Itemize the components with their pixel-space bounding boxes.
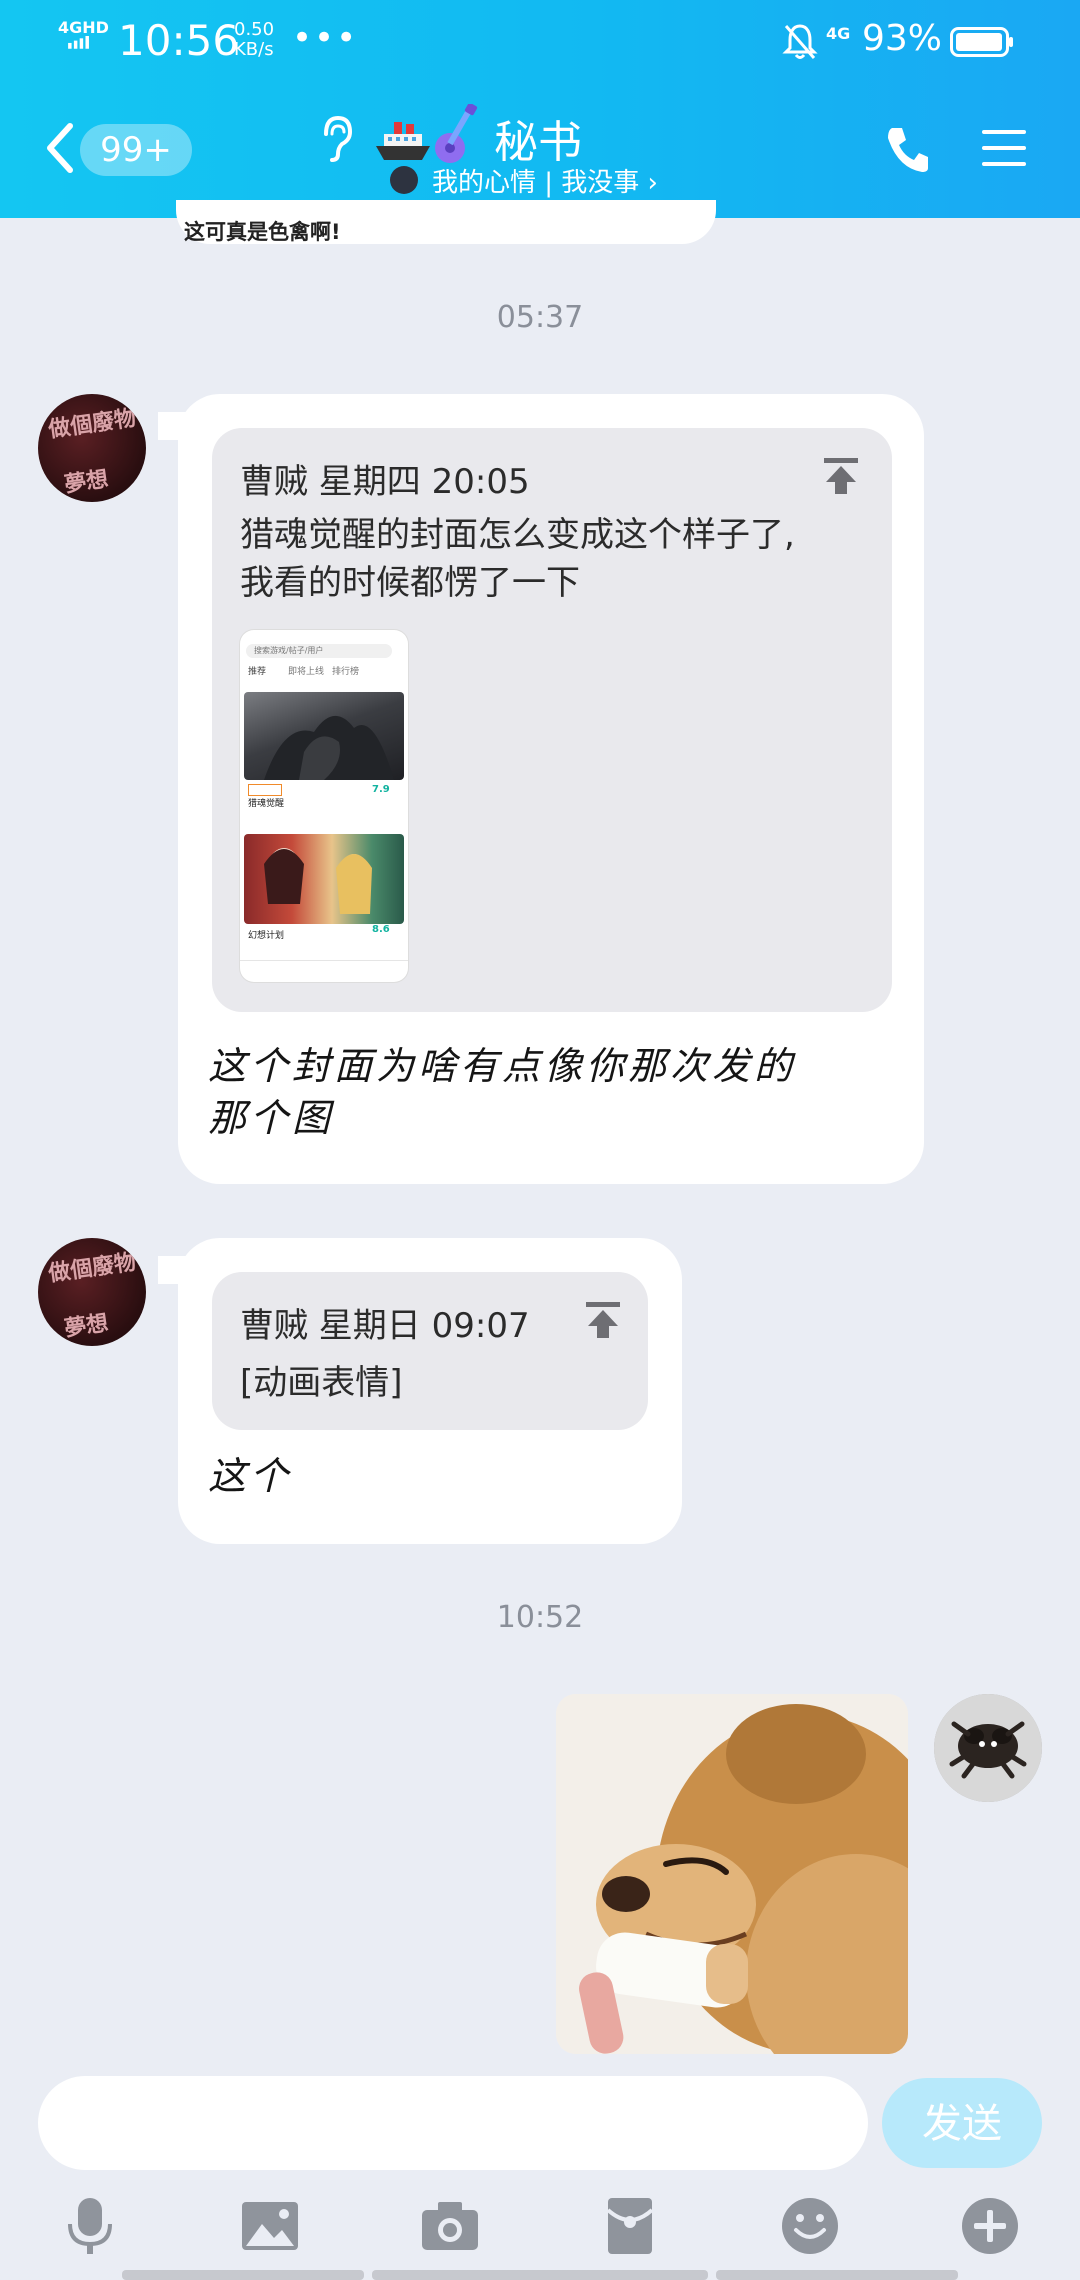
gesture-bar: [372, 2270, 708, 2280]
thumb-cover-1: [244, 692, 404, 780]
message-bubble[interactable]: 曹贼 星期日 09:07 [动画表情] 这个: [178, 1238, 682, 1544]
status-time: 10:56: [118, 16, 240, 65]
thumb-tab: 排行榜: [332, 667, 360, 677]
signal-label: 4GHD: [58, 18, 109, 37]
mood-status-text[interactable]: 我的心情 | 我没事 ›: [432, 162, 658, 199]
quote-text: [动画表情]: [240, 1363, 403, 1403]
doge-sticker-image: [556, 1694, 908, 2054]
chat-title[interactable]: 秘书: [494, 106, 582, 170]
back-icon[interactable]: [40, 120, 80, 176]
emoji-icon[interactable]: [780, 2196, 840, 2256]
gesture-bar: [122, 2270, 364, 2280]
thumb-search: 搜索游戏/帖子/用户: [246, 644, 392, 658]
contact-avatar[interactable]: 做個廢物 夢想: [38, 394, 146, 502]
thumb-score: 8.6: [372, 924, 390, 935]
battery-icon: [950, 27, 1013, 57]
thumb-tab: 即将上线: [288, 667, 325, 677]
image-icon[interactable]: [240, 2196, 300, 2256]
reply-text-line-1: 这个封面为啥有点像你那次发的: [208, 1044, 797, 1088]
quote-meta: 曹贼 星期日 09:07: [240, 1306, 530, 1346]
quote-meta: 曹贼 星期四 20:05: [240, 462, 530, 502]
red-packet-icon[interactable]: [600, 2196, 660, 2256]
game-screenshot-thumbnail[interactable]: 搜索游戏/帖子/用户 推荐 即将上线 排行榜 猎魂觉醒 7.9 幻想计划 8.6: [240, 630, 408, 982]
menu-icon[interactable]: [980, 126, 1028, 170]
more-status-icon: •••: [292, 18, 359, 58]
avatar-text: 做個廢物: [47, 405, 138, 443]
jump-to-top-icon[interactable]: [822, 456, 860, 496]
net-speed-value: 0.50: [234, 19, 275, 40]
net-speed-unit: KB/s: [234, 39, 274, 60]
plus-icon[interactable]: [960, 2196, 1020, 2256]
thumb-cover-2-art: [264, 848, 372, 914]
timestamp-separator: 10:52: [496, 1600, 584, 1635]
avatar-text: 夢想: [62, 467, 110, 498]
unread-count-badge[interactable]: 99+: [80, 124, 192, 176]
camera-icon[interactable]: [420, 2196, 480, 2256]
thumb-bottom-nav: [240, 960, 408, 982]
contact-avatar[interactable]: 做個廢物 夢想: [38, 1238, 146, 1346]
timestamp-separator: 05:37: [496, 300, 584, 335]
send-button[interactable]: 发送: [882, 2078, 1042, 2168]
reply-text-line-2: 那个图: [208, 1096, 335, 1140]
signal-icon: [68, 36, 89, 49]
thumb-tab: 推荐: [248, 667, 267, 677]
quote-text-line-2: 我看的时候都愣了一下: [240, 563, 580, 603]
ear-icon[interactable]: [318, 114, 354, 164]
quoted-message[interactable]: 曹贼 星期四 20:05 猎魂觉醒的封面怎么变成这个样子了, 我看的时候都愣了一…: [212, 428, 892, 1012]
network-type: 4G: [826, 24, 851, 43]
mood-avatar-icon: [390, 166, 418, 194]
thumb-cover-1-art: [264, 715, 394, 780]
microphone-icon[interactable]: [60, 2196, 120, 2256]
battery-percent: 93%: [862, 18, 943, 59]
net-speed: 0.50 KB/s: [234, 20, 274, 60]
message-bubble[interactable]: 曹贼 星期四 20:05 猎魂觉醒的封面怎么变成这个样子了, 我看的时候都愣了一…: [178, 394, 924, 1184]
ship-icon: [376, 122, 430, 160]
quote-text-line-1: 猎魂觉醒的封面怎么变成这个样子了,: [240, 515, 795, 555]
sticker-message-doge[interactable]: [556, 1694, 908, 2054]
avatar-text: 夢想: [62, 1311, 110, 1342]
thumb-game-name: 幻想计划: [248, 931, 285, 941]
my-avatar-image: [934, 1694, 1042, 1802]
bell-off-icon: [782, 24, 818, 59]
message-input[interactable]: [38, 2076, 868, 2170]
previous-message-text: 这可真是色禽啊!: [184, 220, 341, 244]
thumb-cover-2: [244, 834, 404, 924]
thumb-score: 7.9: [372, 784, 390, 795]
avatar-text: 做個廢物: [47, 1249, 138, 1287]
thumb-game-name: 猎魂觉醒: [248, 799, 285, 809]
quoted-message[interactable]: 曹贼 星期日 09:07 [动画表情]: [212, 1272, 648, 1430]
jump-to-top-icon[interactable]: [584, 1300, 622, 1340]
thumb-tag: [248, 784, 282, 796]
phone-icon[interactable]: [884, 124, 930, 174]
gesture-bar: [716, 2270, 958, 2280]
my-avatar[interactable]: [934, 1694, 1042, 1802]
guitar-icon: [435, 104, 478, 163]
reply-text: 这个: [208, 1454, 293, 1498]
status-bar: 4GHD 10:56 0.50 KB/s ••• 4G 93%: [0, 0, 1080, 86]
chat-header: 4GHD 10:56 0.50 KB/s ••• 4G 93% 99+ 秘书 我…: [0, 0, 1080, 218]
